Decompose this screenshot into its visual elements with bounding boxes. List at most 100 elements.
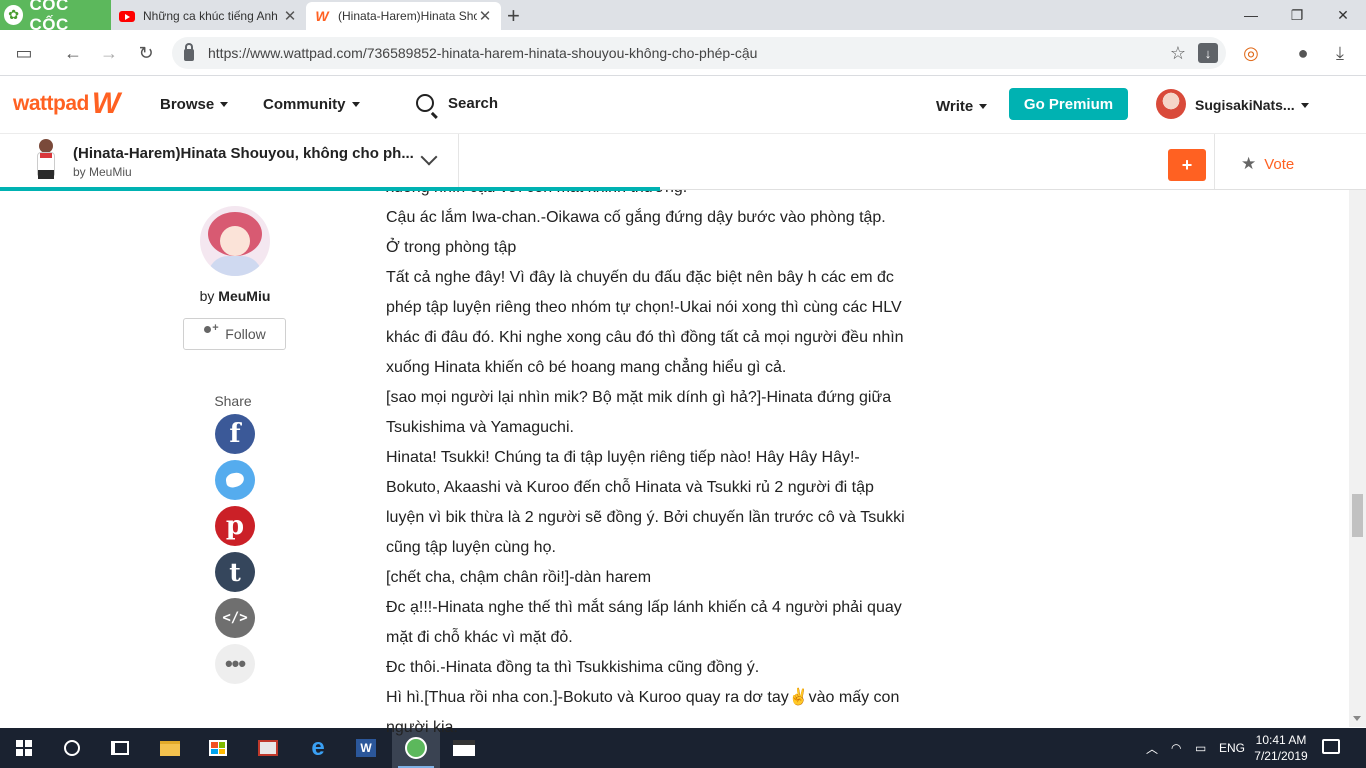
coccoc-logo-icon: ✿	[4, 5, 24, 25]
scrollbar-thumb[interactable]	[1352, 494, 1363, 537]
edge-icon: e	[311, 734, 325, 761]
tab-wattpad[interactable]: W (Hinata-Harem)Hinata Sho ✕	[306, 2, 501, 30]
snipping-tool-icon	[258, 740, 278, 756]
maximize-button[interactable]: ❐	[1274, 0, 1320, 30]
notifications-icon[interactable]	[1322, 739, 1340, 754]
story-line: Tsukishima và Yamaguchi.	[386, 419, 574, 436]
story-line: Ở trong phòng tập	[386, 239, 517, 256]
twitter-icon[interactable]	[215, 460, 255, 500]
close-tab-icon[interactable]: ✕	[477, 7, 493, 25]
close-window-button[interactable]: ✕	[1320, 0, 1366, 30]
follow-button[interactable]: Follow	[183, 318, 286, 350]
system-clock[interactable]: 10:41 AM 7/21/2019	[1248, 732, 1314, 764]
embed-icon[interactable]: </>	[215, 598, 255, 638]
search-icon	[416, 94, 434, 112]
back-button[interactable]: ←	[58, 38, 88, 68]
add-user-icon	[203, 322, 219, 339]
search-button[interactable]: Search	[416, 94, 498, 112]
store-icon	[209, 740, 227, 756]
task-view-icon	[111, 741, 129, 755]
go-premium-button[interactable]: Go Premium	[1009, 88, 1128, 120]
add-to-library-button[interactable]: +	[1168, 149, 1206, 181]
task-view-button[interactable]	[96, 728, 144, 768]
close-tab-icon[interactable]: ✕	[282, 7, 298, 25]
story-title[interactable]: (Hinata-Harem)Hinata Shouyou, không cho …	[73, 145, 414, 162]
scroll-down-icon[interactable]	[1353, 716, 1361, 721]
story-cover[interactable]	[34, 139, 58, 183]
new-tab-button[interactable]: +	[507, 3, 520, 29]
user-menu[interactable]: SugisakiNats...	[1195, 97, 1309, 113]
more-icon[interactable]: •••	[215, 644, 255, 684]
start-button[interactable]	[0, 728, 48, 768]
author-name[interactable]: MeuMiu	[218, 288, 270, 304]
cortana-button[interactable]	[48, 728, 96, 768]
community-menu[interactable]: Community	[263, 96, 360, 113]
story-line: mặt đi chỗ khác vì mặt đỏ.	[386, 629, 573, 646]
browse-menu[interactable]: Browse	[160, 96, 229, 113]
language-indicator[interactable]: ENG	[1219, 728, 1245, 768]
story-line: khác đi đâu đó. Khi nghe xong câu đó thì…	[386, 329, 904, 346]
story-line: [sao mọi người lại nhìn mik? Bộ mặt mik …	[386, 389, 892, 406]
story-author[interactable]: by MeuMiu	[73, 165, 132, 179]
story-line: Tất cả nghe đây! Vì đây là chuyến du đấu…	[386, 269, 894, 286]
vote-button[interactable]: ★ Vote	[1241, 154, 1294, 174]
folder-icon	[160, 740, 180, 756]
reading-progress-bar	[0, 187, 950, 191]
story-line: phép tập luyện riêng theo nhóm tự chọn!-…	[386, 299, 902, 316]
download-page-icon[interactable]: ↓	[1198, 43, 1218, 63]
author-avatar[interactable]	[200, 206, 270, 276]
facebook-icon[interactable]: f	[215, 414, 255, 454]
story-line: Đc ạ!!!-Hinata nghe thế thì mắt sáng lấp…	[386, 599, 902, 616]
minimize-button[interactable]: —	[1228, 0, 1274, 30]
tab-title: Những ca khúc tiếng Anh	[143, 9, 278, 23]
profile-icon[interactable]: ●	[1288, 38, 1318, 68]
browser-toolbar: ▭ ← → ↻ https://www.wattpad.com/73658985…	[0, 30, 1366, 76]
show-hidden-icons[interactable]: ︿	[1146, 728, 1158, 768]
star-icon: ★	[1241, 154, 1257, 173]
story-line: Cậu ác lắm Iwa-chan.-Oikawa cố gắng đứng…	[386, 209, 886, 226]
bookmark-star-icon[interactable]: ☆	[1170, 43, 1186, 64]
wattpad-icon: W	[315, 8, 329, 24]
edge-button[interactable]: e	[294, 728, 342, 768]
story-line: Đc thôi.-Hinata đồng ta thì Tsukkishima …	[386, 659, 760, 676]
wattpad-header: wattpad W Browse Community Search Write …	[0, 77, 1366, 133]
snipping-tool-button[interactable]	[244, 728, 292, 768]
downloads-icon[interactable]: ⤓	[1325, 38, 1355, 68]
pinterest-icon[interactable]: p	[215, 506, 255, 546]
sidebar-toggle-icon[interactable]: ▭	[9, 38, 39, 68]
tumblr-icon[interactable]: t	[215, 552, 255, 592]
wattpad-logo[interactable]: wattpad W	[13, 87, 121, 120]
story-line: Hì hì.[Thua rồi nha con.]-Bokuto và Kuro…	[386, 689, 900, 706]
story-line: luyện vì bik thừa là 2 người sẽ đồng ý. …	[386, 509, 905, 526]
forward-button[interactable]: →	[94, 38, 124, 68]
coccoc-menu-button[interactable]: ✿ CỐC CỐC	[0, 0, 111, 34]
address-bar[interactable]: https://www.wattpad.com/736589852-hinata…	[172, 37, 1226, 69]
user-avatar[interactable]	[1156, 89, 1186, 119]
windows-icon	[16, 740, 32, 756]
battery-icon[interactable]: ▭	[1195, 728, 1206, 768]
tab-title: (Hinata-Harem)Hinata Sho	[338, 9, 477, 23]
story-line: [chết cha, chậm chân rồi!]-dàn harem	[386, 569, 652, 586]
caret-down-icon	[979, 104, 988, 109]
wifi-icon[interactable]: ◠	[1171, 728, 1181, 768]
file-explorer-button[interactable]	[146, 728, 194, 768]
wattpad-w-icon: W	[91, 87, 121, 120]
word-icon: W	[356, 739, 376, 757]
author-byline: by MeuMiu	[199, 288, 271, 304]
extension-icon[interactable]: ◎	[1236, 38, 1266, 68]
tab-youtube[interactable]: Những ca khúc tiếng Anh ✕	[111, 2, 306, 30]
word-button[interactable]: W	[342, 728, 390, 768]
store-button[interactable]	[194, 728, 242, 768]
share-label: Share	[214, 393, 252, 409]
reload-button[interactable]: ↻	[131, 38, 161, 68]
story-line: xuống Hinata khiến cô bé hoang mang chẳn…	[386, 359, 787, 376]
story-line: cũng tập luyện cùng họ.	[386, 539, 556, 556]
story-content: xuống nhìn cậu với con mắt khinh thường.…	[386, 173, 946, 743]
caret-down-icon	[220, 102, 229, 107]
story-line: người kia.	[386, 719, 458, 736]
chevron-down-icon[interactable]	[420, 150, 440, 170]
story-line: Hinata! Tsukki! Chúng ta đi tập luyện ri…	[386, 449, 860, 466]
story-line: Bokuto, Akaashi và Kuroo đến chỗ Hinata …	[386, 479, 874, 496]
browser-tab-strip: ✿ CỐC CỐC Những ca khúc tiếng Anh ✕ W (H…	[0, 0, 1366, 34]
write-menu[interactable]: Write	[936, 98, 988, 115]
